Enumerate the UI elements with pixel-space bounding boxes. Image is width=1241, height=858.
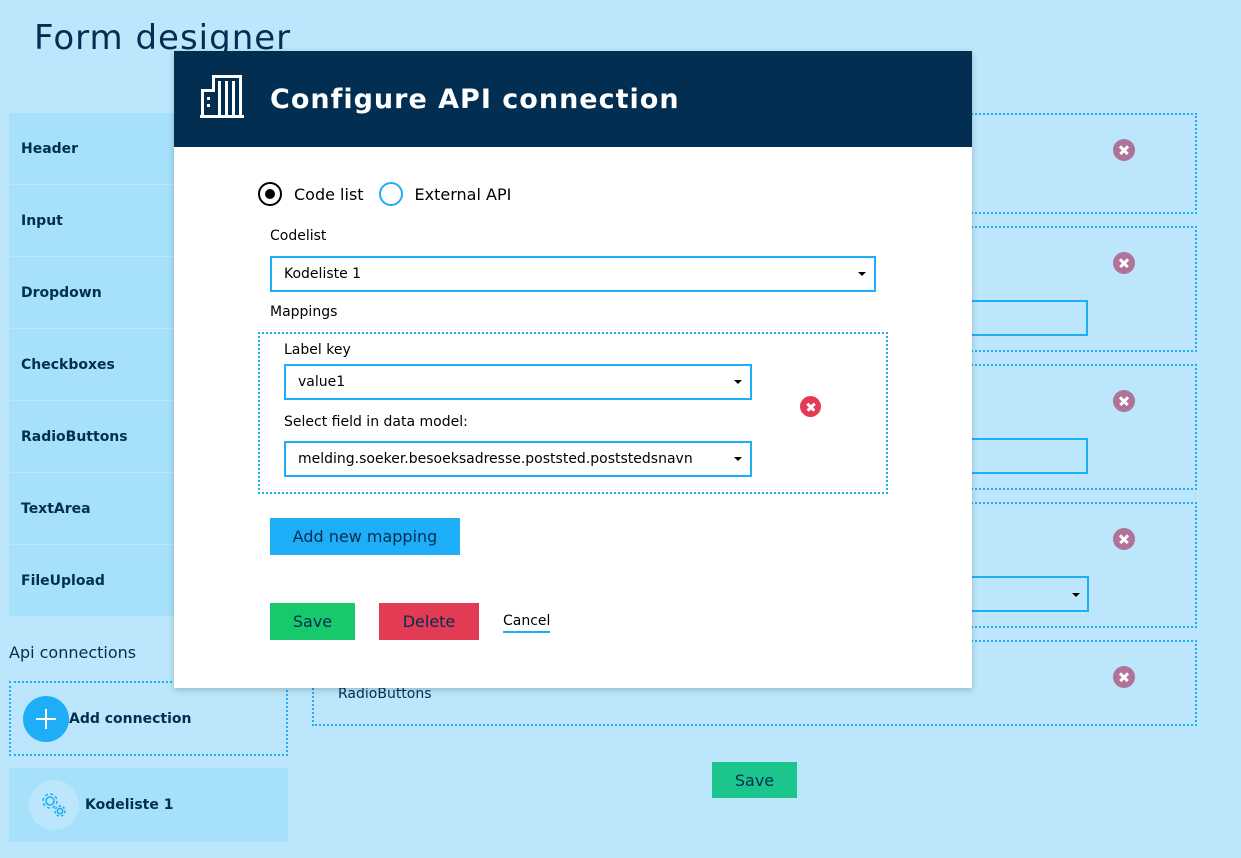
remove-field-icon[interactable] (1113, 666, 1135, 688)
label-key-label: Label key (284, 342, 351, 358)
remove-field-icon[interactable] (1113, 528, 1135, 550)
data-model-field-select[interactable]: melding.soeker.besoeksadresse.poststed.p… (284, 441, 752, 477)
modal-title: Configure API connection (270, 83, 680, 115)
plus-icon (23, 695, 69, 742)
api-connections-heading: Api connections (9, 643, 137, 662)
field-input-preview[interactable] (960, 300, 1088, 336)
toolbar-item-label: TextArea (21, 500, 91, 517)
data-model-field-label: Select field in data model: (284, 414, 468, 430)
toolbar-item-textarea[interactable]: TextArea (9, 473, 174, 545)
chevron-down-icon (734, 380, 742, 384)
codelist-select[interactable]: Kodeliste 1 (270, 256, 876, 292)
building-icon (200, 75, 244, 123)
add-new-mapping-button[interactable]: Add new mapping (270, 518, 460, 555)
field-label: RadioButtons (338, 686, 432, 702)
chevron-down-icon (734, 457, 742, 461)
component-toolbar: Header Input Dropdown Checkboxes RadioBu… (9, 113, 174, 617)
radio-unchecked-icon (378, 182, 403, 206)
toolbar-item-input[interactable]: Input (9, 185, 174, 257)
toolbar-item-radiobuttons[interactable]: RadioButtons (9, 401, 174, 473)
field-dropdown-preview[interactable] (960, 576, 1089, 612)
chevron-down-icon (858, 272, 866, 276)
codelist-value: Kodeliste 1 (284, 266, 362, 282)
radio-checked-icon (258, 182, 282, 206)
chevron-down-icon (1072, 593, 1080, 597)
codelist-label: Codelist (270, 228, 327, 244)
cancel-button[interactable]: Cancel (503, 613, 551, 633)
modal-header: Configure API connection (174, 51, 972, 147)
radio-label: External API (414, 184, 512, 204)
configure-api-modal: Configure API connection Code list Exter… (174, 51, 972, 688)
api-connection-label: Kodeliste 1 (85, 797, 174, 813)
add-connection-button[interactable]: Add connection (9, 681, 288, 756)
toolbar-item-label: FileUpload (21, 572, 105, 589)
gears-icon (29, 780, 79, 830)
radio-external-api[interactable]: External API (378, 182, 512, 206)
toolbar-item-checkboxes[interactable]: Checkboxes (9, 329, 174, 401)
data-model-field-value: melding.soeker.besoeksadresse.poststed.p… (298, 451, 693, 467)
remove-field-icon[interactable] (1113, 252, 1135, 274)
radio-code-list[interactable]: Code list (258, 182, 364, 206)
toolbar-item-label: Checkboxes (21, 356, 115, 373)
label-key-value: value1 (298, 374, 346, 390)
radio-label: Code list (294, 184, 364, 204)
remove-field-icon[interactable] (1113, 390, 1135, 412)
toolbar-item-header[interactable]: Header (9, 113, 174, 185)
toolbar-item-fileupload[interactable]: FileUpload (9, 545, 174, 617)
toolbar-item-label: Input (21, 212, 63, 229)
api-connection-item[interactable]: Kodeliste 1 (9, 768, 288, 842)
toolbar-item-dropdown[interactable]: Dropdown (9, 257, 174, 329)
mappings-label: Mappings (270, 304, 338, 320)
delete-button[interactable]: Delete (379, 603, 479, 640)
form-save-button[interactable]: Save (712, 762, 797, 798)
delete-mapping-icon[interactable] (800, 396, 821, 417)
source-radio-group: Code list External API (258, 182, 526, 206)
remove-field-icon[interactable] (1113, 139, 1135, 161)
field-input-preview[interactable] (960, 438, 1088, 474)
toolbar-item-label: RadioButtons (21, 428, 128, 445)
add-connection-label: Add connection (69, 710, 192, 727)
label-key-select[interactable]: value1 (284, 364, 752, 400)
toolbar-item-label: Header (21, 140, 79, 157)
save-button[interactable]: Save (270, 603, 355, 640)
toolbar-item-label: Dropdown (21, 284, 102, 301)
